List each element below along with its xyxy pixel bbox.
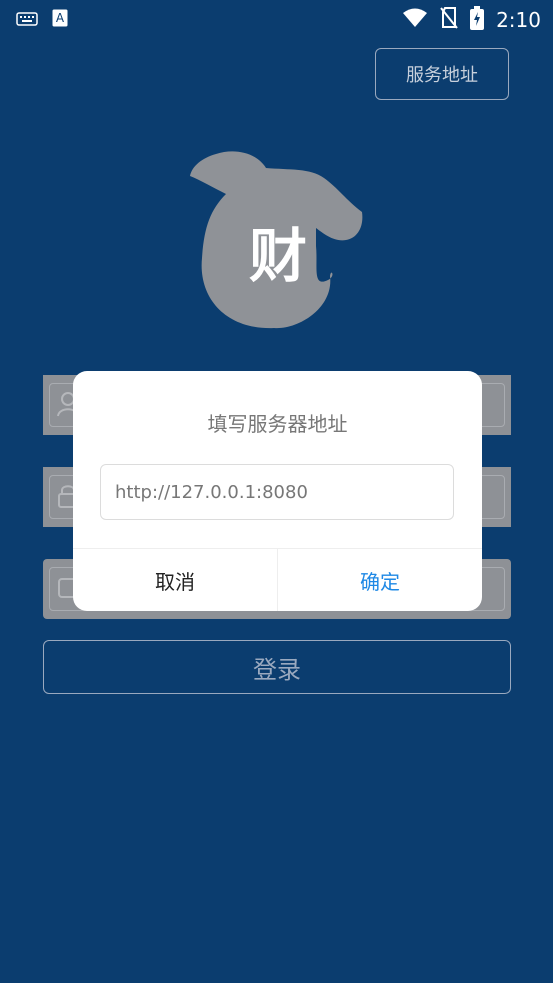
- dialog-actions: 取消 确定: [73, 548, 482, 611]
- keyboard-icon: [16, 11, 38, 30]
- server-address-input[interactable]: [100, 464, 454, 520]
- cancel-button[interactable]: 取消: [73, 549, 278, 611]
- wifi-icon: [402, 8, 428, 32]
- status-bar: A 2:10: [0, 0, 553, 36]
- battery-charging-icon: [470, 6, 485, 34]
- no-sim-icon: [440, 7, 458, 33]
- svg-text:A: A: [56, 11, 65, 25]
- text-a-icon: A: [52, 9, 68, 31]
- login-button[interactable]: 登录: [43, 640, 511, 694]
- server-address-dialog: 填写服务器地址 取消 确定: [73, 371, 482, 611]
- dialog-title: 填写服务器地址: [207, 412, 348, 436]
- logo-character: 财: [249, 222, 307, 290]
- server-address-button[interactable]: 服务地址: [375, 48, 509, 100]
- clock: 2:10: [496, 8, 541, 32]
- confirm-button[interactable]: 确定: [278, 549, 482, 611]
- app-logo: 财: [186, 148, 370, 330]
